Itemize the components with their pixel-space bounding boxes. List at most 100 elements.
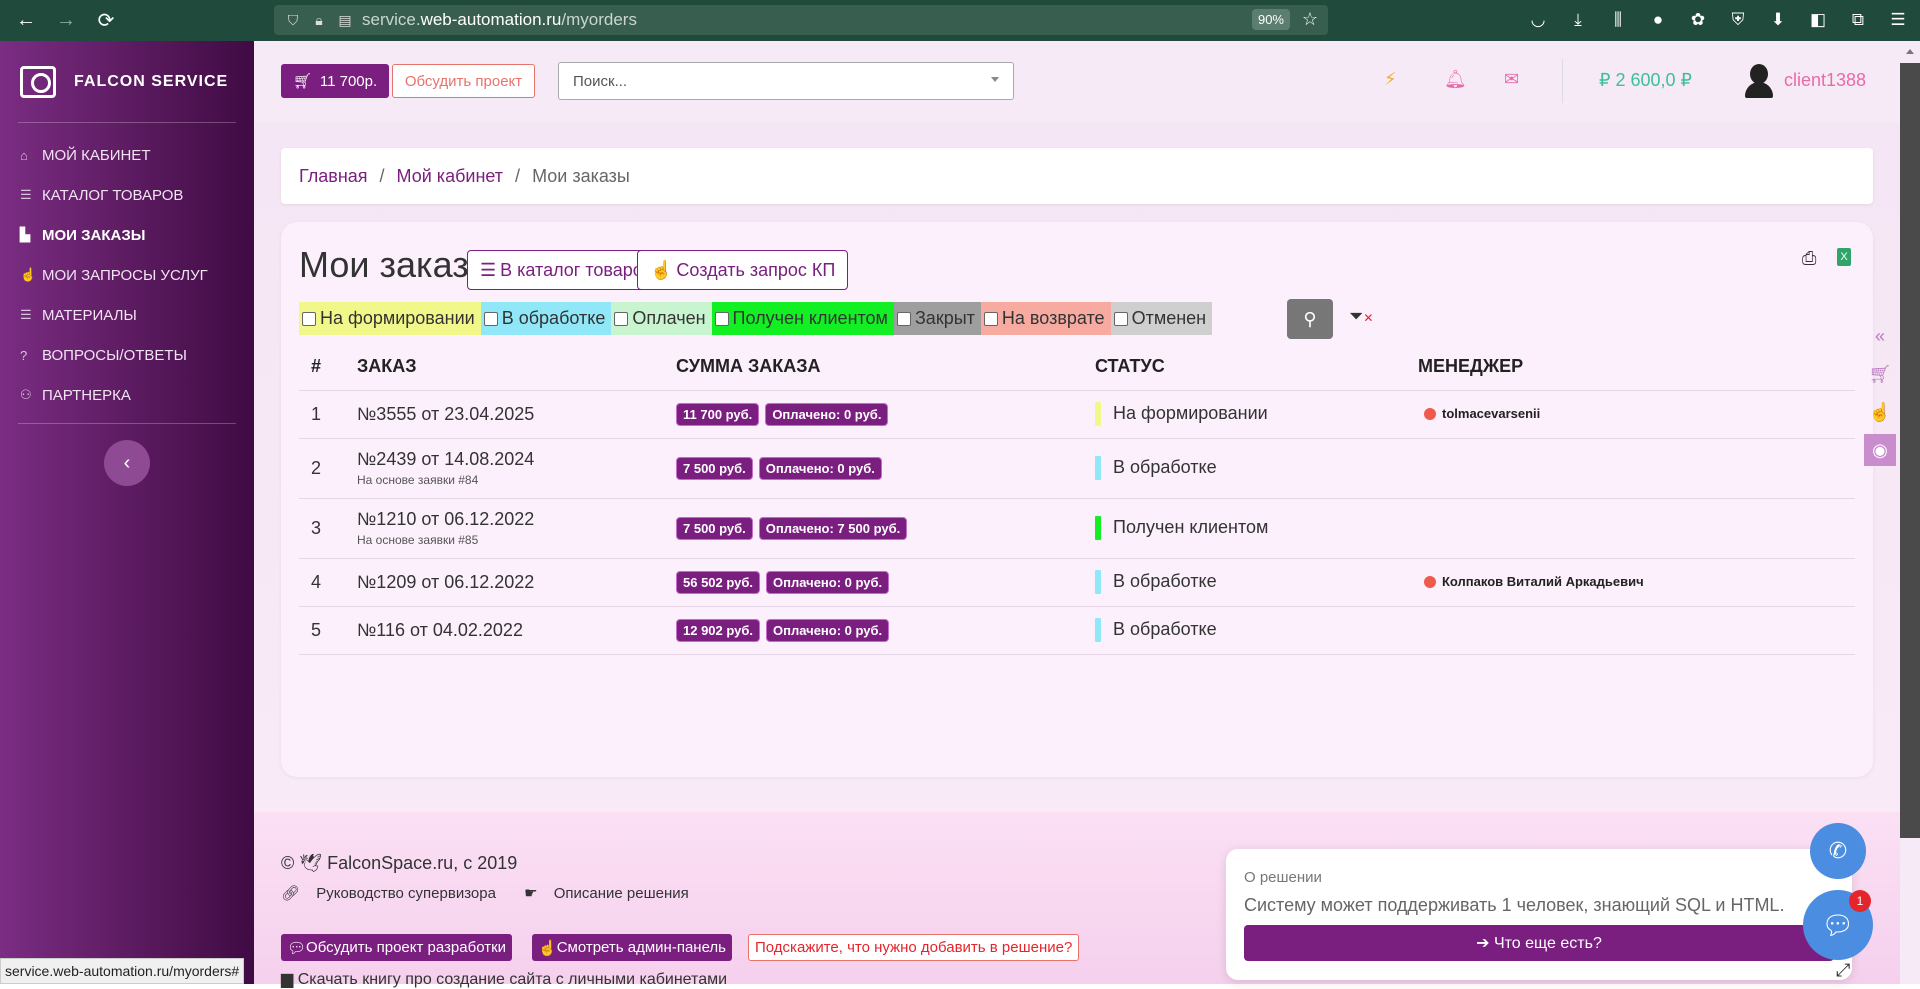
manager-cell [1418,606,1855,655]
solution-description-link[interactable]: ☛ Описание решения [524,885,701,902]
sidebar-item-requests[interactable]: ☝ МОИ ЗАПРОСЫ УСЛУГ [0,255,254,295]
filter-cancelled[interactable]: Отменен [1110,302,1213,335]
search-select[interactable]: Поиск... [558,62,1014,100]
create-request-button[interactable]: ☝ Создать запрос КП [637,250,849,290]
filter-search-button[interactable]: ⚲ [1287,299,1333,339]
filter-closed[interactable]: Закрыт [893,302,981,335]
ok-extension-icon[interactable]: ◧ [1804,6,1832,34]
suggest-button[interactable]: Подскажите, что нужно добавить в решение… [748,934,1080,961]
paid-badge: Оплачено: 0 руб. [766,618,890,642]
forward-icon[interactable]: → [52,7,80,35]
puzzle-icon[interactable]: ⧉ [1844,6,1872,34]
supervisor-guide-link[interactable]: 🔗︎ Руководство супервизора [281,885,508,902]
order-link[interactable]: №116 от 04.02.2022 [357,620,523,640]
address-bar[interactable]: ⛉ 🔒︎ ▤ service.web-automation.ru/myorder… [274,5,1328,35]
eye-icon[interactable]: ◉ [1864,434,1896,466]
viber-icon[interactable]: ✆ [1810,823,1866,879]
sidebar: FALCON SERVICE ⌂ МОЙ КАБИНЕТ ☰ КАТАЛОГ ТОВ… [0,41,254,984]
list-icon: ☰ [20,187,32,202]
filter-received[interactable]: Получен клиентом [711,302,894,335]
order-cell: №1209 от 06.12.2022 [357,558,676,607]
filter-returning[interactable]: На возврате [980,302,1111,335]
chat-icon: 💬︎ [1821,909,1855,940]
manager-badge[interactable]: tolmacevarsenii [1418,404,1547,423]
bag-icon: ▙ [20,227,30,242]
list-icon: ☰ [480,259,497,280]
table-row: 1 №3555 от 23.04.2025 11 700 руб. Оплачено:… [299,390,1855,439]
scrollbar[interactable] [1900,41,1920,984]
arrow-extension-icon[interactable]: ⬇ [1764,6,1792,34]
paid-badge: Оплачено: 0 руб. [765,402,889,426]
expand-icon[interactable]: ⤢ [1836,960,1850,981]
filter-checkbox[interactable] [614,311,629,326]
excel-icon[interactable]: X [1837,248,1851,266]
manager-badge[interactable]: Колпаков Виталий Аркадьевич [1418,572,1650,591]
sidebar-item-orders[interactable]: ▙ МОИ ЗАКАЗЫ [0,215,254,255]
comments-icon: 💬︎ [287,939,307,957]
filter-forming[interactable]: На формировании [299,302,481,335]
what-else-button[interactable]: ➔ Что еще есть? [1244,925,1834,961]
ublock-icon[interactable]: ⛨ [1724,6,1752,34]
breadcrumb-cabinet[interactable]: Мой кабинет [397,166,504,187]
filter-processing[interactable]: В обработке [480,302,612,335]
menu-icon[interactable]: ☰ [1884,6,1912,34]
filter-checkbox[interactable] [896,311,911,326]
filter-checkbox[interactable] [983,311,998,326]
manager-cell: Колпаков Виталий Аркадьевич [1418,558,1855,607]
discuss-development-button[interactable]: 💬︎ Обсудить проект разработки [281,934,513,961]
logo[interactable]: FALCON SERVICE [18,41,236,123]
sidebar-item-faq[interactable]: ? ВОПРОСЫ/ОТВЕТЫ [0,335,254,375]
reload-icon[interactable]: ⟳ [92,7,120,35]
zoom-level[interactable]: 90% [1251,9,1290,30]
status-filters: На формировании В обработке Оплачен Полу… [299,302,1213,335]
pocket-icon[interactable]: ◡ [1524,6,1552,34]
sidebar-item-materials[interactable]: ☰ МАТЕРИАЛЫ [0,295,254,335]
right-quick-bar: « 🛒︎ ☝ ◉ [1864,320,1900,470]
order-link[interactable]: №3555 от 23.04.2025 [357,404,534,424]
envelope-icon[interactable]: ✉ [1504,69,1554,90]
download-book-link[interactable]: ▆ Скачать книгу про создание сайта с лич… [281,969,727,989]
back-icon[interactable]: ← [12,7,40,35]
filter-checkbox[interactable] [1113,311,1128,326]
catalog-button[interactable]: ☰ В каталог товаров [467,250,666,290]
cart-button[interactable]: 🛒︎ 11 700р. [281,64,389,98]
discuss-project-button[interactable]: Обсудить проект [392,64,535,98]
status-cell: Получен клиентом [1095,498,1418,559]
collapse-sidebar-button[interactable]: ‹ [104,440,150,486]
sidebar-item-partner[interactable]: ⚇ ПАРТНЕРКА [0,375,254,415]
username[interactable]: client1388 [1784,70,1866,91]
extension-icon[interactable]: ✿ [1684,6,1712,34]
print-icon[interactable]: ⎙ [1802,248,1816,269]
chat-button[interactable]: 💬︎ 1 [1803,890,1873,960]
table-header-row: # ЗАКАЗ СУММА ЗАКАЗА СТАТУС МЕНЕДЖЕР [299,344,1855,391]
status-color-bar [1095,618,1101,642]
breadcrumb-home[interactable]: Главная [299,166,368,187]
order-link[interactable]: №1209 от 06.12.2022 [357,572,534,592]
hand-icon[interactable]: ☝ [1864,396,1896,428]
double-chevron-left-icon[interactable]: « [1864,320,1896,352]
admin-panel-button[interactable]: ☝ Смотреть админ-панель [532,934,732,961]
order-link[interactable]: №2439 от 14.08.2024 [357,449,534,469]
status-text: На формировании [1113,402,1268,423]
sidebar-item-cabinet[interactable]: ⌂ МОЙ КАБИНЕТ [0,135,254,175]
filter-checkbox[interactable] [714,311,729,326]
balance[interactable]: ₽ 2 600,0 ₽ [1599,70,1692,91]
cart-icon[interactable]: 🛒︎ [1864,358,1896,390]
profile-icon[interactable]: ● [1644,6,1672,34]
filter-checkbox[interactable] [483,311,498,326]
bookmark-star-icon[interactable]: ☆ [1302,9,1318,30]
filter-paid[interactable]: Оплачен [611,302,712,335]
status-dot-icon [1424,407,1436,420]
url-text: service.web-automation.ru/myorders [362,10,637,29]
order-link[interactable]: №1210 от 06.12.2022 [357,509,534,529]
download-icon[interactable]: ⤓ [1564,6,1592,34]
avatar[interactable] [1742,62,1776,100]
lock-icon: 🔒︎ [315,11,323,28]
filter-checkbox[interactable] [302,311,316,326]
bolt-icon[interactable]: ⚡︎ [1384,69,1424,90]
library-icon[interactable]: ⫼ [1604,6,1632,34]
bell-icon[interactable]: 🔔︎ [1444,69,1504,90]
row-number: 3 [299,498,357,559]
clear-filter-icon[interactable]: ⏷✕ [1349,306,1373,327]
sidebar-item-catalog[interactable]: ☰ КАТАЛОГ ТОВАРОВ [0,175,254,215]
